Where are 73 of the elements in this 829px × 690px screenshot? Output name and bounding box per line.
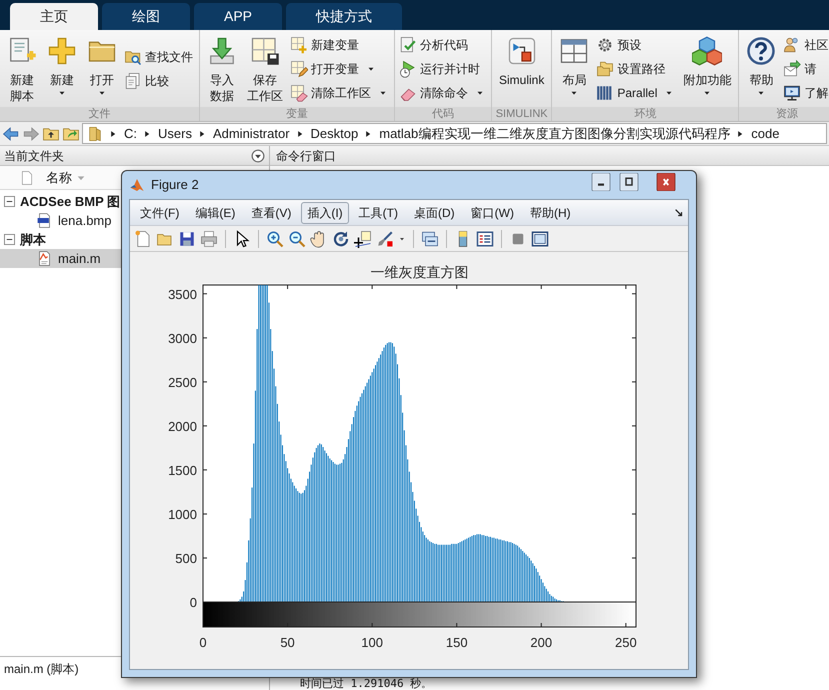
menu-item[interactable]: 文件(F) [134,202,186,224]
path-segment[interactable]: C: [124,124,137,143]
y-tick-label: 3000 [168,330,197,346]
y-tick-label: 0 [190,595,197,610]
ribbon-button[interactable]: 预设 [596,34,676,55]
y-tick-label: 1000 [168,506,197,522]
window-title: Figure 2 [151,176,200,194]
panel-title: 当前文件夹 [4,148,64,164]
ribbon-tab[interactable]: APP [194,3,282,30]
ribbon-group-title: 资源 [776,108,798,120]
ribbon-group-title: 文件 [88,108,110,120]
ribbon-button[interactable]: 清除工作区 [290,82,390,103]
file-row[interactable]: main.m [0,249,121,268]
path-segment[interactable]: Desktop [310,124,358,143]
panel-title: 命令行窗口 [276,148,336,164]
menu-item[interactable]: 查看(V) [245,202,298,224]
y-tick-label: 2000 [168,418,197,434]
menu-item[interactable]: 插入(I) [301,202,349,224]
chart-title: 一维灰度直方图 [370,265,468,281]
ribbon-tab[interactable]: 主页 [10,3,98,30]
command-output: 时间已过 1.291046 秒。 [300,678,434,690]
ribbon-button[interactable]: 社区 [783,34,829,55]
ribbon-button[interactable]: 打开 [84,30,120,107]
menu-item[interactable]: 帮助(H) [524,202,577,224]
ribbon-button[interactable]: Simulink [496,30,548,107]
path-segment[interactable]: code [751,124,780,143]
ribbon-button[interactable]: 新建变量 [290,34,390,55]
ribbon-button[interactable]: 比较 [124,70,195,91]
ribbon-button[interactable]: 查找文件 [124,46,195,67]
y-tick-label: 3500 [168,286,197,302]
ribbon-button[interactable]: 分析代码 [399,34,487,55]
ribbon-button[interactable]: 了解 [783,82,829,103]
ribbon-group-title: SIMULINK [496,108,548,120]
y-tick-label: 1500 [168,462,197,478]
y-tick-label: 500 [175,550,197,566]
ribbon-button[interactable]: Parallel [596,82,676,103]
x-tick-label: 250 [615,635,637,650]
ribbon-group-title: 环境 [634,108,656,120]
ribbon-button[interactable]: 设置路径 [596,58,676,79]
tree-group-label[interactable]: ACDSee BMP 图 [20,192,120,212]
ribbon-button[interactable]: 保存 工作区 [244,30,286,107]
ribbon-tab[interactable]: 快捷方式 [286,3,402,30]
ribbon-button[interactable]: 新建 脚本 [4,30,40,107]
ribbon-group-title: 代码 [432,108,454,120]
ribbon-button[interactable]: 帮助 [743,30,780,107]
ribbon-tab[interactable]: 绘图 [102,3,190,30]
ribbon-button[interactable]: 新建 [44,30,80,107]
x-tick-label: 100 [361,635,383,650]
ribbon-button[interactable]: 附加功能 [680,30,734,107]
x-tick-label: 0 [199,635,207,650]
menu-item[interactable]: 窗口(W) [464,202,520,224]
address-field[interactable]: C: Users Administrator Desktop matlab编程实现一维二维灰度直方图图像分割实现源代码程序 code [82,123,827,144]
path-segment[interactable]: matlab编程实现一维二维灰度直方图图像分割实现源代码程序 [379,124,730,143]
menu-item[interactable]: 桌面(D) [408,202,461,224]
menu-item[interactable]: 工具(T) [352,202,404,224]
file-row[interactable]: lena.bmp [0,211,121,230]
path-segment[interactable]: Users [158,124,192,143]
ribbon-button[interactable]: 运行并计时 [399,58,487,79]
tree-group-label[interactable]: 脚本 [20,230,46,250]
path-segment[interactable]: Administrator [212,124,290,143]
file-details: main.m (脚本) [4,660,79,678]
ribbon-button[interactable]: 打开变量 [290,58,390,79]
ribbon-button[interactable]: 导入 数据 [204,30,240,107]
ribbon-button[interactable]: 布局 [556,30,592,107]
ribbon-group-title: 变量 [286,108,308,120]
ribbon-button[interactable]: 清除命令 [399,82,487,103]
column-header[interactable]: 名称 [40,168,86,188]
menu-item[interactable]: 编辑(E) [189,202,242,224]
y-tick-label: 2500 [168,374,197,390]
ribbon-button[interactable]: 请 [783,58,829,79]
x-tick-label: 200 [530,635,552,650]
x-tick-label: 50 [280,635,295,650]
x-tick-label: 150 [446,635,468,650]
